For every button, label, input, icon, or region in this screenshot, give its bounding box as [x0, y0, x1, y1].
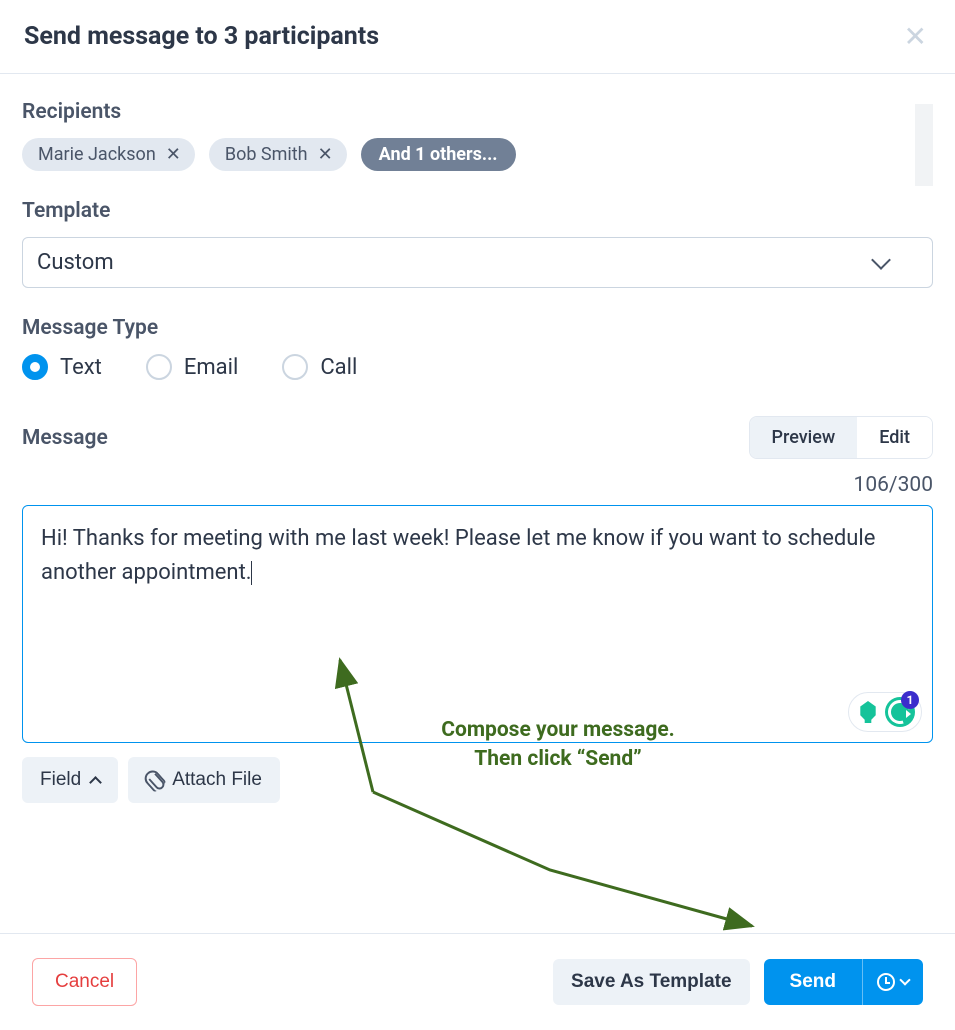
recipient-chip[interactable]: Bob Smith ✕ [209, 138, 347, 171]
char-count: 106/300 [22, 473, 933, 497]
attach-file-button[interactable]: Attach File [128, 757, 280, 803]
radio-email[interactable]: Email [146, 354, 238, 380]
remove-recipient-icon[interactable]: ✕ [318, 146, 333, 164]
chevron-down-icon [899, 974, 910, 985]
modal-header: Send message to 3 participants ✕ [0, 0, 955, 74]
chevron-down-icon [871, 250, 891, 270]
grammarly-icon: 1 [885, 697, 915, 727]
recipient-name: Bob Smith [225, 144, 308, 165]
radio-label: Call [320, 355, 357, 380]
schedule-send-button[interactable] [862, 959, 923, 1005]
grammarly-widget[interactable]: 1 [848, 692, 922, 732]
radio-unchecked-icon [282, 354, 308, 380]
paperclip-icon [142, 767, 167, 793]
template-value: Custom [37, 250, 114, 275]
annotation-line2: Then click “Send” [388, 745, 728, 774]
chevron-up-icon [89, 776, 102, 789]
preview-edit-toggle: Preview Edit [749, 416, 933, 459]
message-type-label: Message Type [22, 316, 933, 340]
clock-icon [877, 973, 895, 991]
radio-call[interactable]: Call [282, 354, 357, 380]
radio-text[interactable]: Text [22, 354, 102, 380]
message-label: Message [22, 426, 108, 450]
preview-tab[interactable]: Preview [750, 417, 858, 458]
bulb-icon [857, 701, 879, 723]
radio-label: Text [60, 355, 102, 380]
grammarly-badge-count: 1 [901, 691, 919, 709]
message-body-text: Hi! Thanks for meeting with me last week… [41, 526, 875, 585]
message-textarea[interactable]: Hi! Thanks for meeting with me last week… [22, 505, 933, 743]
modal-title: Send message to 3 participants [24, 22, 379, 51]
text-cursor [251, 561, 252, 585]
cancel-button[interactable]: Cancel [32, 958, 137, 1006]
attach-button-label: Attach File [172, 769, 262, 791]
radio-unchecked-icon [146, 354, 172, 380]
template-label: Template [22, 199, 933, 223]
message-type-group: Text Email Call [22, 354, 933, 380]
radio-label: Email [184, 355, 238, 380]
more-recipients-label: And 1 others... [379, 144, 498, 165]
more-recipients-chip[interactable]: And 1 others... [361, 138, 516, 171]
radio-checked-icon [22, 354, 48, 380]
recipients-chips: Marie Jackson ✕ Bob Smith ✕ And 1 others… [22, 138, 933, 171]
close-icon[interactable]: ✕ [904, 23, 927, 51]
annotation-text: Compose your message. Then click “Send” [388, 716, 728, 775]
field-button-label: Field [40, 769, 81, 791]
send-button-group: Send [764, 959, 923, 1005]
edit-tab[interactable]: Edit [857, 417, 932, 458]
annotation-line1: Compose your message. [388, 716, 728, 745]
scrollbar-stub[interactable] [915, 104, 933, 186]
modal-body: Recipients Marie Jackson ✕ Bob Smith ✕ A… [0, 74, 955, 813]
save-as-template-button[interactable]: Save As Template [553, 959, 750, 1005]
remove-recipient-icon[interactable]: ✕ [166, 146, 181, 164]
template-select[interactable]: Custom [22, 237, 933, 288]
send-button[interactable]: Send [764, 959, 862, 1005]
recipients-label: Recipients [22, 100, 933, 124]
insert-field-button[interactable]: Field [22, 757, 118, 803]
modal-footer: Cancel Save As Template Send [0, 933, 955, 1030]
recipient-chip[interactable]: Marie Jackson ✕ [22, 138, 195, 171]
recipient-name: Marie Jackson [38, 144, 156, 165]
